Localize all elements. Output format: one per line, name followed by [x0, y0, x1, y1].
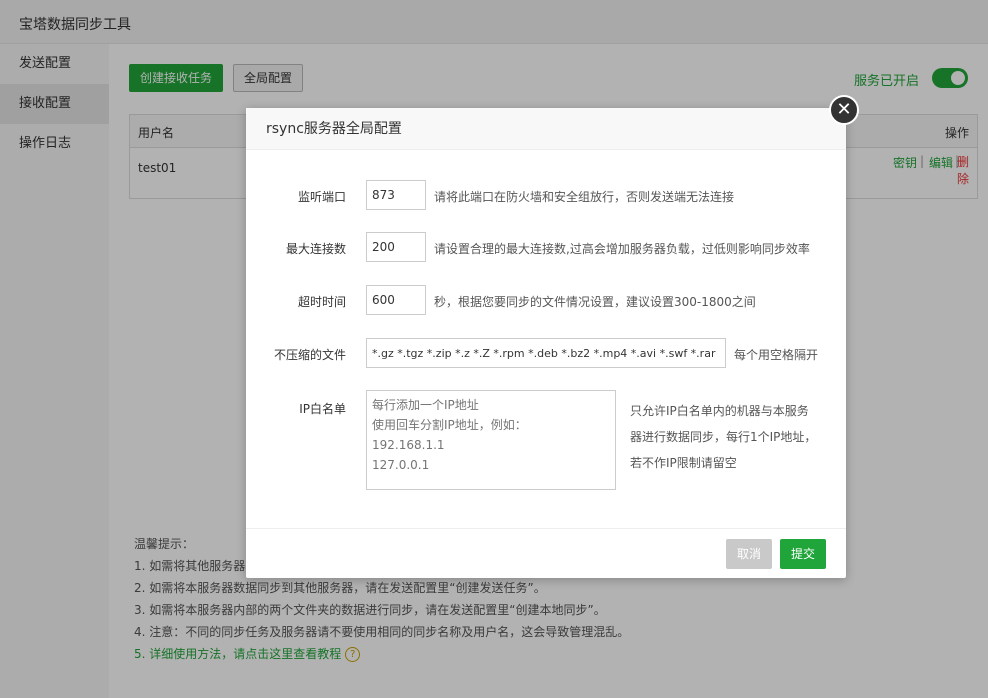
ip-whitelist-hint: 只允许IP白名单内的机器与本服务 器进行数据同步，每行1个IP地址， 若不作IP…: [630, 398, 820, 476]
port-hint: 请将此端口在防火墙和安全组放行，否则发送端无法连接: [434, 190, 735, 204]
dialog-footer: 取消 提交: [246, 528, 846, 578]
dialog-title: rsync服务器全局配置: [246, 108, 846, 150]
no-compress-input[interactable]: [366, 338, 726, 368]
close-icon[interactable]: ✕: [829, 95, 859, 125]
timeout-input[interactable]: [366, 285, 426, 315]
timeout-hint: 秒，根据您要同步的文件情况设置，建议设置300-1800之间: [434, 295, 756, 309]
max-connections-input[interactable]: [366, 232, 426, 262]
max-connections-hint: 请设置合理的最大连接数,过高会增加服务器负载，过低则影响同步效率: [434, 242, 810, 256]
ip-whitelist-hint-line: 器进行数据同步，每行1个IP地址，: [630, 430, 817, 444]
no-compress-label: 不压缩的文件: [273, 348, 346, 362]
ip-whitelist-hint-line: 若不作IP限制请留空: [630, 456, 737, 470]
no-compress-hint: 每个用空格隔开: [734, 348, 819, 362]
port-input[interactable]: [366, 180, 426, 210]
ip-whitelist-label: IP白名单: [299, 402, 346, 416]
ip-whitelist-hint-line: 只允许IP白名单内的机器与本服务: [630, 404, 809, 418]
max-connections-label: 最大连接数: [285, 242, 346, 256]
timeout-label: 超时时间: [297, 295, 346, 309]
rsync-global-config-dialog: rsync服务器全局配置 监听端口 请将此端口在防火墙和安全组放行，否则发送端无…: [246, 108, 846, 578]
submit-button[interactable]: 提交: [780, 539, 826, 569]
port-label: 监听端口: [297, 190, 346, 204]
cancel-button[interactable]: 取消: [726, 539, 772, 569]
ip-whitelist-textarea[interactable]: [366, 390, 616, 490]
